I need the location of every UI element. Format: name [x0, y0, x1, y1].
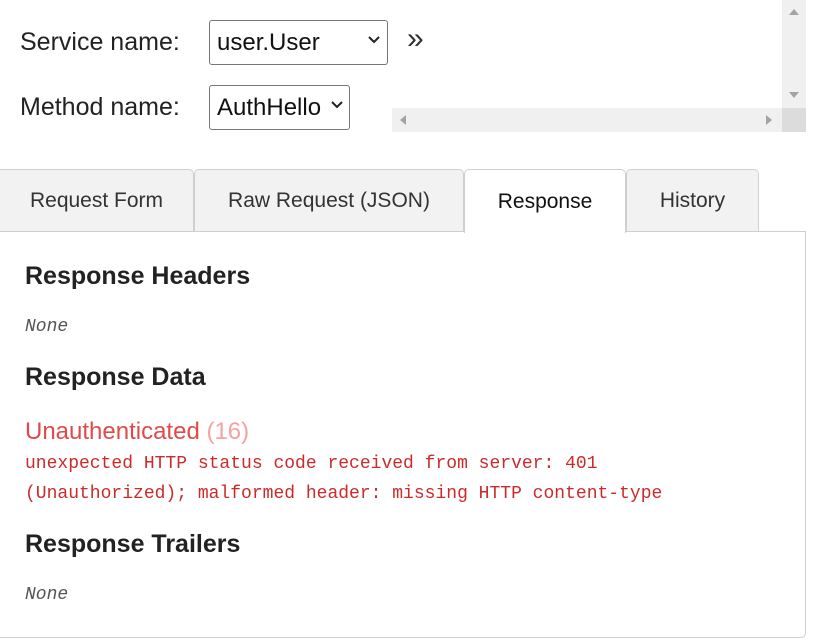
horizontal-scrollbar[interactable] — [392, 108, 782, 132]
response-trailers-value: None — [25, 585, 69, 605]
tab-raw-request[interactable]: Raw Request (JSON) — [194, 169, 464, 232]
tab-label: Raw Request (JSON) — [228, 189, 430, 212]
error-status: Unauthenticated (16) — [25, 418, 249, 446]
error-message: unexpected HTTP status code received fro… — [25, 454, 663, 504]
response-trailers-title: Response Trailers — [25, 530, 241, 558]
tab-label: History — [659, 189, 726, 212]
tab-history[interactable]: History — [626, 169, 759, 232]
error-code: (16) — [206, 418, 250, 445]
expand-button[interactable]: » — [407, 24, 424, 54]
scroll-right-icon[interactable] — [766, 115, 772, 125]
chevron-down-icon — [331, 101, 343, 109]
scrollbar-corner — [782, 108, 806, 132]
scroll-down-icon[interactable] — [789, 92, 799, 98]
method-select[interactable]: AuthHello — [209, 85, 350, 130]
service-method-selector: Service name: user.User » Method name: A… — [0, 0, 814, 160]
response-headers-title: Response Headers — [25, 262, 251, 290]
tab-response[interactable]: Response — [464, 169, 626, 233]
scroll-left-icon[interactable] — [400, 115, 406, 125]
tab-label: Request Form — [29, 189, 164, 212]
vertical-scrollbar[interactable] — [782, 0, 806, 108]
tab-request-form[interactable]: Request Form — [0, 169, 194, 232]
chevron-down-icon — [368, 36, 380, 44]
error-status-text: Unauthenticated — [25, 418, 200, 445]
tab-label: Response — [497, 189, 593, 213]
service-name-label: Service name: — [20, 28, 180, 56]
service-select[interactable]: user.User — [209, 20, 388, 65]
method-name-label: Method name: — [20, 93, 180, 121]
response-data-title: Response Data — [25, 363, 206, 391]
response-headers-value: None — [25, 317, 69, 337]
scroll-up-icon[interactable] — [789, 9, 799, 15]
service-select-value: user.User — [217, 29, 320, 56]
method-select-value: AuthHello — [217, 94, 322, 121]
